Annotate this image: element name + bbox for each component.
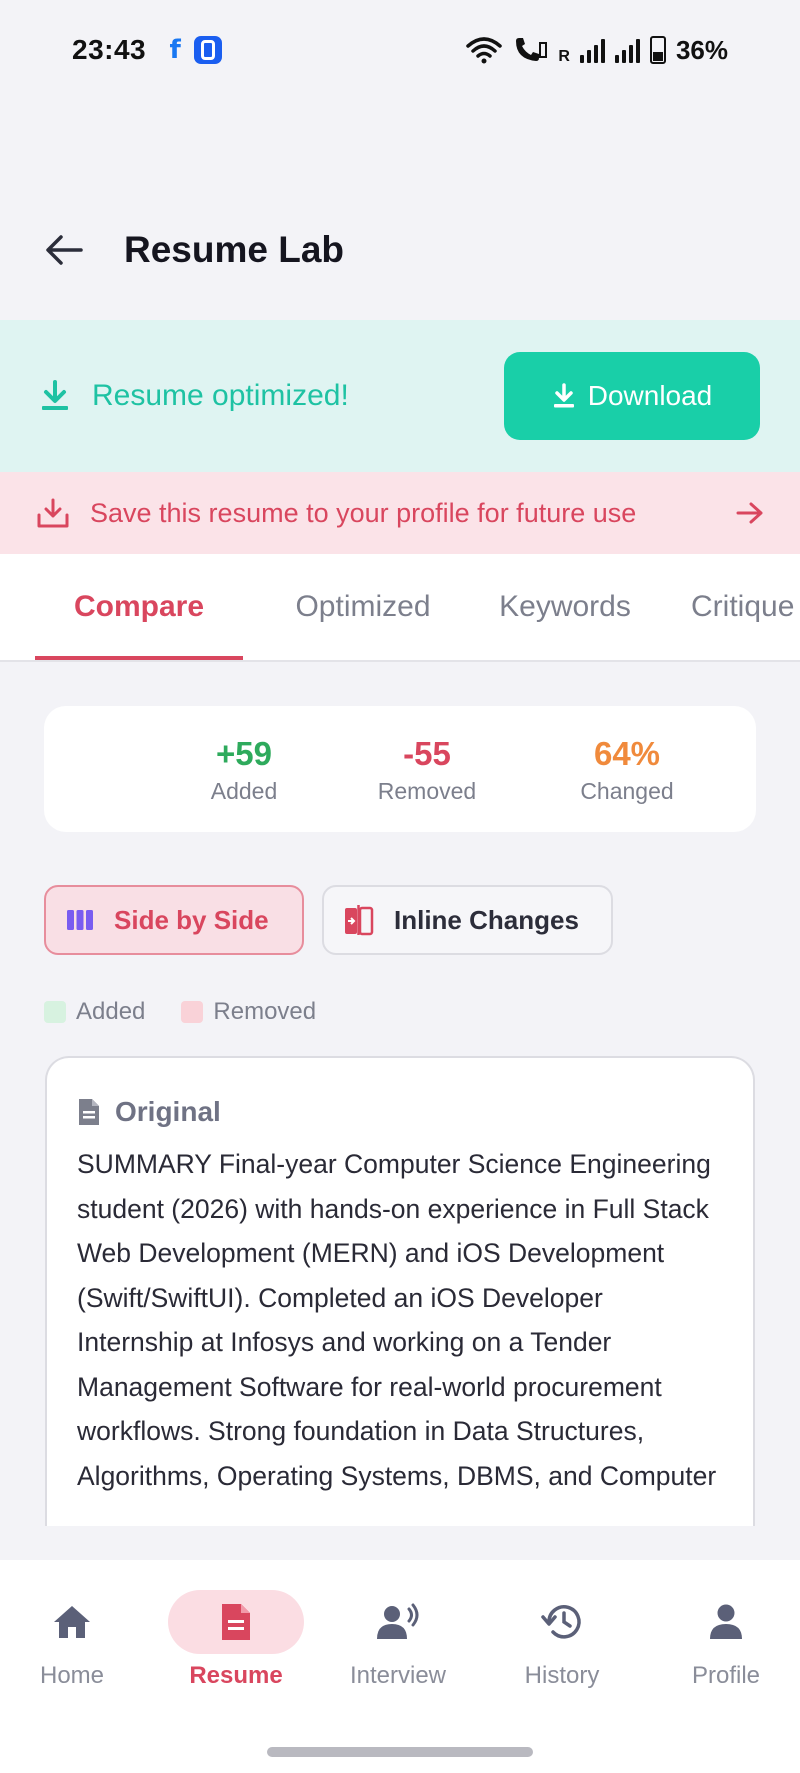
optimized-banner: Resume optimized! Download — [0, 320, 800, 472]
nav-resume-label: Resume — [189, 1662, 283, 1689]
status-bar: 23:43 f R 36% — [0, 0, 800, 100]
signal-icon — [579, 37, 605, 63]
interview-icon — [377, 1603, 419, 1639]
save-download-icon — [37, 498, 69, 528]
nav-home-icon-wrap — [4, 1590, 140, 1654]
home-icon — [54, 1606, 90, 1638]
page-title: Resume Lab — [124, 229, 345, 270]
facebook-icon: f — [169, 35, 181, 65]
status-indicators: R 36% — [466, 35, 728, 66]
bottom-navigation: Home Resume Interview History Profile — [0, 1560, 800, 1773]
original-card-title: Original — [115, 1096, 221, 1127]
status-time: 23:43 — [72, 34, 147, 65]
columns-icon — [67, 910, 93, 930]
download-button[interactable]: Download — [504, 352, 760, 440]
original-resume-card: Original SUMMARY Final-year Computer Sci… — [45, 1056, 755, 1526]
nav-history-icon-wrap — [494, 1590, 630, 1654]
person-icon — [710, 1604, 742, 1639]
nav-resume[interactable]: Resume — [166, 1590, 306, 1700]
stat-removed-label: Removed — [377, 778, 477, 804]
stat-added-label: Added — [210, 778, 278, 804]
compare-icon — [345, 905, 374, 936]
diff-legend: Added Removed — [44, 998, 352, 1026]
download-icon — [553, 383, 574, 408]
back-button[interactable] — [40, 226, 88, 274]
tab-optimized[interactable]: Optimized — [263, 554, 463, 660]
nav-history[interactable]: History — [492, 1590, 632, 1700]
tab-critique[interactable]: Critique — [691, 554, 794, 660]
diff-stats-card: +59 Added -55 Removed 64% Changed — [44, 706, 756, 832]
home-indicator[interactable] — [267, 1747, 533, 1757]
legend-removed-swatch — [181, 1001, 204, 1023]
nav-profile-label: Profile — [691, 1662, 761, 1689]
nav-interview[interactable]: Interview — [328, 1590, 468, 1700]
messenger-icon — [194, 36, 223, 64]
signal-icon-2 — [614, 37, 640, 63]
original-card-header: Original — [77, 1088, 723, 1136]
document-icon — [79, 1099, 99, 1125]
tab-compare[interactable]: Compare — [35, 554, 243, 660]
download-label: Download — [587, 380, 713, 411]
optimized-message: Resume optimized! — [92, 379, 349, 412]
tab-bar: Compare Optimized Keywords Critique — [0, 554, 800, 662]
nav-interview-icon-wrap — [330, 1590, 466, 1654]
nav-profile-icon-wrap — [658, 1590, 794, 1654]
arrow-left-icon — [46, 235, 83, 265]
inline-changes-button[interactable]: Inline Changes — [322, 885, 613, 955]
original-resume-text: SUMMARY Final-year Computer Science Engi… — [77, 1149, 717, 1491]
stat-changed-label: Changed — [580, 778, 674, 804]
stat-changed: 64% Changed — [552, 734, 702, 805]
side-by-side-label: Side by Side — [114, 904, 269, 935]
save-to-profile-banner[interactable]: Save this resume to your profile for fut… — [0, 472, 800, 554]
legend-removed-label: Removed — [213, 998, 317, 1025]
arrow-right-icon — [736, 502, 763, 524]
nav-history-label: History — [524, 1662, 600, 1689]
nav-home[interactable]: Home — [2, 1590, 142, 1700]
stat-added: +59 Added — [169, 734, 319, 805]
stat-removed: -55 Removed — [352, 734, 502, 805]
wifi-calling-icon — [516, 38, 548, 61]
nav-profile[interactable]: Profile — [656, 1590, 796, 1700]
nav-interview-label: Interview — [349, 1662, 447, 1689]
nav-resume-icon-wrap — [168, 1590, 304, 1654]
nav-home-label: Home — [39, 1662, 105, 1689]
wifi-icon — [466, 37, 503, 64]
save-banner-text: Save this resume to your profile for fut… — [90, 497, 637, 528]
side-by-side-button[interactable]: Side by Side — [44, 885, 304, 955]
app-header: Resume Lab — [0, 200, 800, 300]
download-icon — [42, 380, 68, 410]
battery-icon — [649, 36, 666, 64]
stat-removed-value: -55 — [403, 735, 451, 772]
stat-added-value: +59 — [216, 735, 272, 772]
stat-changed-value: 64% — [593, 735, 661, 772]
roaming-marker: R — [558, 47, 570, 65]
history-icon — [541, 1605, 581, 1639]
legend-added-label: Added — [76, 998, 146, 1025]
battery-percent: 36% — [675, 34, 728, 65]
resume-document-icon — [222, 1604, 250, 1640]
inline-changes-label: Inline Changes — [394, 904, 579, 935]
tab-keywords[interactable]: Keywords — [475, 554, 655, 660]
legend-added-swatch — [44, 1001, 66, 1023]
